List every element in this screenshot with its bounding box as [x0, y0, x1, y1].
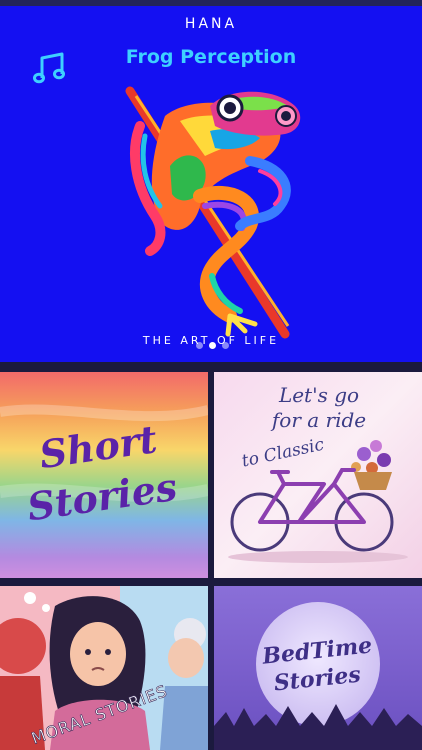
- frog-artwork: [125, 86, 301, 339]
- carousel-dot-active[interactable]: [209, 342, 216, 349]
- card-ride-line1: Let's go: [278, 383, 359, 407]
- carousel-dots[interactable]: [196, 342, 229, 349]
- carousel-dot[interactable]: [222, 342, 229, 349]
- card-short-stories[interactable]: Short Stories: [0, 372, 208, 578]
- card-moral-stories[interactable]: MORAL STORIES: [0, 586, 208, 750]
- card-bedtime-stories[interactable]: BedTime Stories: [214, 586, 422, 750]
- category-grid: Short Stories Let's go for a ride to Cla…: [0, 372, 422, 750]
- carousel-dot[interactable]: [196, 342, 203, 349]
- featured-title: Frog Perception: [125, 46, 297, 68]
- card-ride-classic[interactable]: Let's go for a ride to Classic: [214, 372, 422, 578]
- featured-banner[interactable]: HANA Frog Perception THE ART OF LIFE: [0, 6, 422, 362]
- brand-name: HANA: [184, 16, 238, 32]
- card-ride-line2: for a ride: [270, 408, 366, 432]
